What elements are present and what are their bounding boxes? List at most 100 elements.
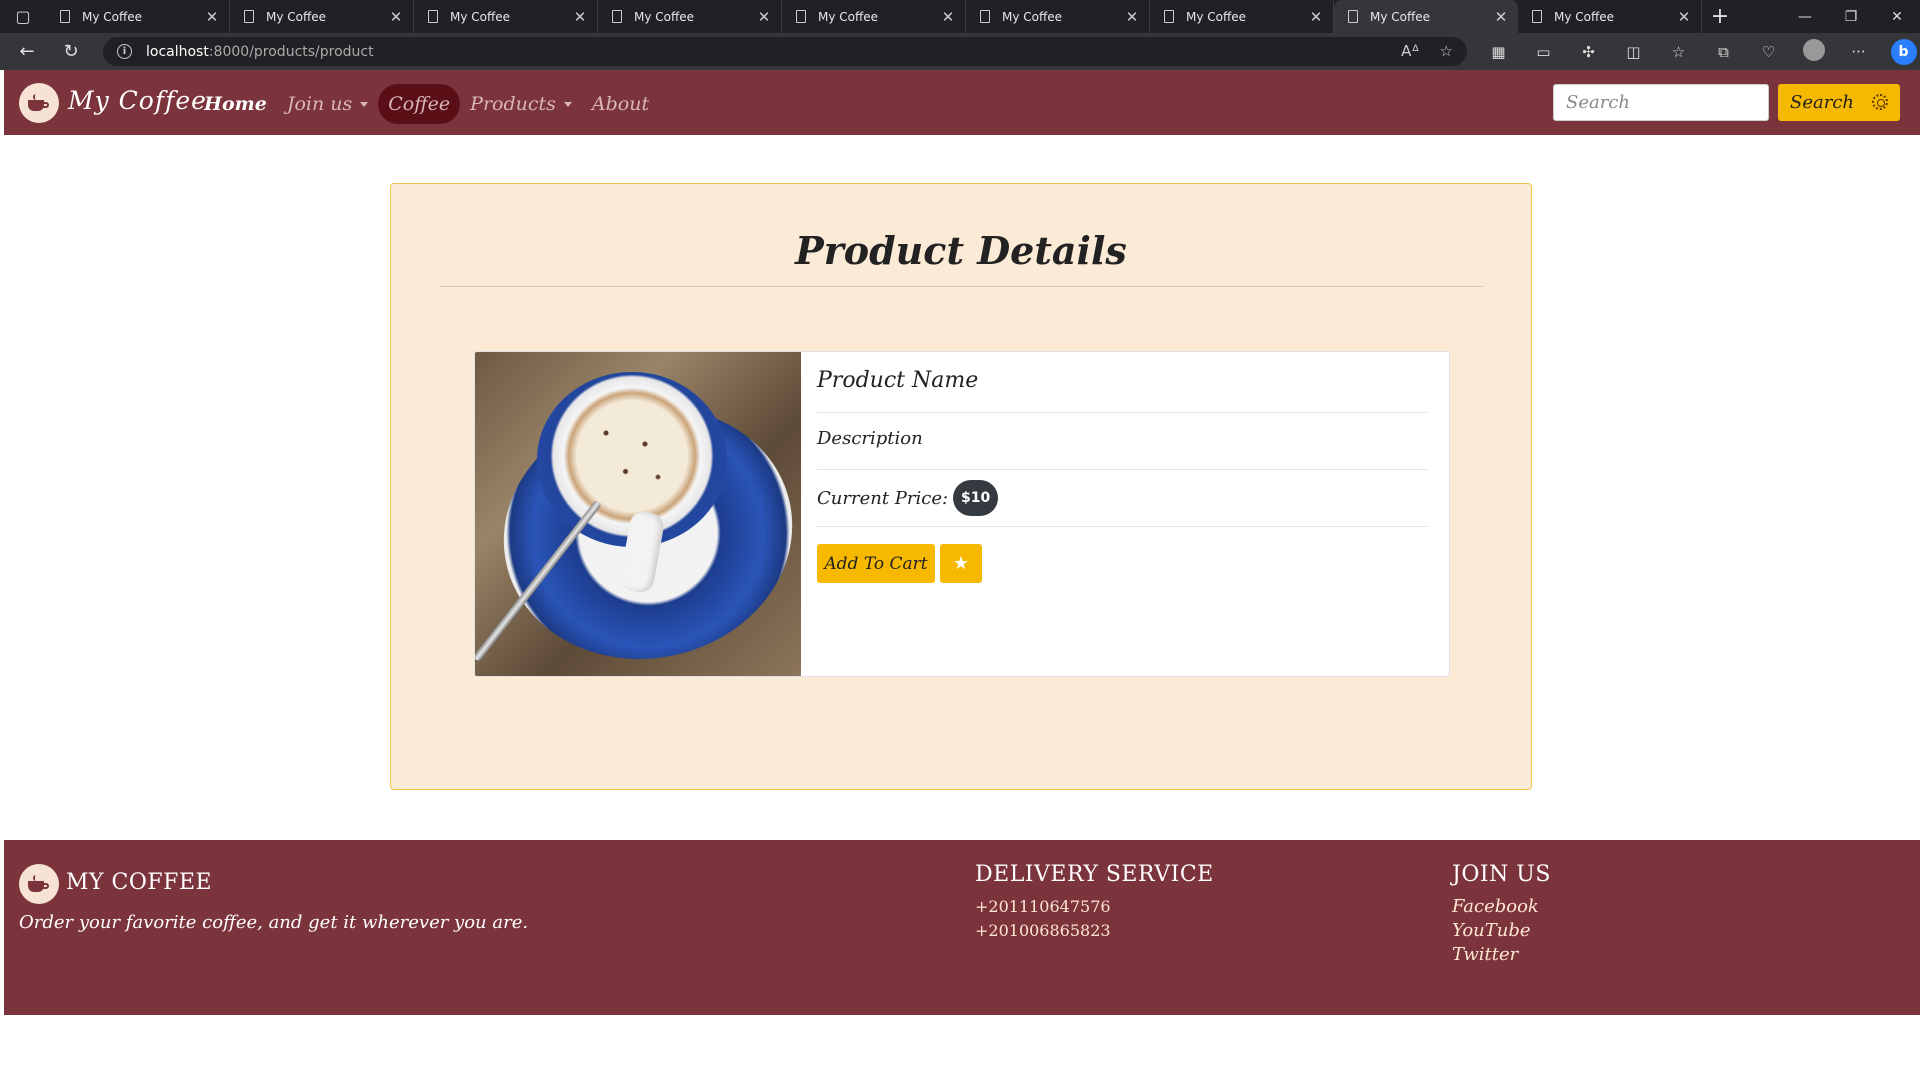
more-menu-icon[interactable]: ··· <box>1836 43 1881 61</box>
read-aloud-icon[interactable]: Aᐞ <box>1401 42 1419 60</box>
page-bottom <box>4 1015 1920 1080</box>
divider <box>817 412 1427 413</box>
restore-icon[interactable]: ❐ <box>1828 0 1874 33</box>
product-info: Product Name Description Current Price: … <box>817 352 1427 676</box>
window-controls: — ❐ ✕ <box>1782 0 1920 33</box>
product-description: Description <box>817 428 923 449</box>
close-tab-icon[interactable]: ✕ <box>389 8 403 26</box>
close-tab-icon[interactable]: ✕ <box>1677 8 1691 26</box>
price-label: Current Price: <box>817 487 949 509</box>
close-tab-icon[interactable]: ✕ <box>941 8 955 26</box>
browser-tab-bar: ▢ My Coffee ✕ My Coffee ✕ My Coffee ✕ My Co… <box>0 0 1920 33</box>
browser-tab[interactable]: My Coffee ✕ <box>782 0 966 33</box>
site-brand[interactable]: My Coffee <box>68 86 207 115</box>
reload-icon[interactable]: ↻ <box>54 37 88 67</box>
site-navbar: My Coffee Home Join us Coffee Products A… <box>4 70 1920 135</box>
nav-about[interactable]: About <box>582 84 659 124</box>
extension-icon[interactable]: ▦ <box>1476 43 1521 61</box>
back-icon[interactable]: ← <box>10 37 44 67</box>
phone-number: +201110647576 <box>975 897 1111 916</box>
nav-home[interactable]: Home <box>194 84 277 124</box>
close-tab-icon[interactable]: ✕ <box>1309 8 1323 26</box>
divider <box>817 469 1427 470</box>
page-icon <box>1164 10 1174 23</box>
page-icon <box>980 10 990 23</box>
footer-link-youtube[interactable]: YouTube <box>1452 919 1551 943</box>
product-name: Product Name <box>817 368 979 393</box>
footer-link-twitter[interactable]: Twitter <box>1452 943 1551 967</box>
page-title: Product Details <box>795 228 1127 273</box>
footer-link-facebook[interactable]: Facebook <box>1452 895 1551 919</box>
nav-join-us[interactable]: Join us <box>277 84 378 124</box>
coffee-cup-logo-icon[interactable] <box>19 83 59 123</box>
url-path: :8000/products/product <box>208 43 374 60</box>
browser-tab[interactable]: My Coffee ✕ <box>230 0 414 33</box>
collections-icon[interactable]: ⧉ <box>1701 43 1746 61</box>
search-input[interactable] <box>1553 84 1769 121</box>
product-card: Product Name Description Current Price: … <box>474 351 1450 677</box>
minimize-icon[interactable]: — <box>1782 0 1828 33</box>
search-button[interactable]: Search <box>1778 84 1900 121</box>
footer-join-heading: JOIN US <box>1452 862 1551 887</box>
phone-number: +201006865823 <box>975 921 1111 940</box>
add-to-cart-button[interactable]: Add To Cart <box>817 544 935 583</box>
gear-icon <box>1872 94 1888 110</box>
page-icon <box>796 10 806 23</box>
favorites-icon[interactable]: ☆ <box>1656 43 1701 61</box>
nav-products[interactable]: Products <box>460 84 582 124</box>
footer-brand: MY COFFEE <box>66 870 213 895</box>
url-host: localhost <box>146 43 209 60</box>
screencast-icon[interactable]: ▭ <box>1521 43 1566 61</box>
caret-down-icon <box>360 101 369 107</box>
web-page: My Coffee Home Join us Coffee Products A… <box>4 70 1920 1080</box>
caret-down-icon <box>563 101 572 107</box>
product-details-panel: Product Details Product Name Description… <box>390 183 1532 790</box>
site-footer: MY COFFEE Order your favorite coffee, an… <box>4 840 1920 1015</box>
page-icon <box>428 10 438 23</box>
close-tab-icon[interactable]: ✕ <box>1494 8 1508 26</box>
footer-tagline: Order your favorite coffee, and get it w… <box>19 912 529 933</box>
extensions-puzzle-icon[interactable]: ✣ <box>1566 43 1611 61</box>
browser-tab[interactable]: My Coffee ✕ <box>1150 0 1334 33</box>
product-image <box>475 352 801 676</box>
address-bar[interactable]: i localhost:8000/products/product Aᐞ ☆ <box>103 37 1467 66</box>
browser-tab[interactable]: My Coffee ✕ <box>1518 0 1702 33</box>
tab-actions-button[interactable]: ▢ <box>0 0 46 33</box>
site-info-icon[interactable]: i <box>117 44 132 59</box>
close-tab-icon[interactable]: ✕ <box>205 8 219 26</box>
footer-join-us: JOIN US Facebook YouTube Twitter <box>1452 862 1551 967</box>
page-icon <box>612 10 622 23</box>
divider <box>439 286 1483 287</box>
browser-tab[interactable]: My Coffee ✕ <box>46 0 230 33</box>
star-icon: ★ <box>952 553 970 573</box>
page-icon <box>60 10 70 23</box>
search-button-label: Search <box>1790 92 1854 113</box>
browser-tab[interactable]: My Coffee ✕ <box>414 0 598 33</box>
price-badge: $10 <box>953 480 999 516</box>
nav-coffee[interactable]: Coffee <box>378 84 461 124</box>
favorite-star-icon[interactable]: ☆ <box>1440 42 1453 60</box>
close-tab-icon[interactable]: ✕ <box>1125 8 1139 26</box>
browser-toolbar: ← ↻ i localhost:8000/products/product Aᐞ… <box>0 33 1920 70</box>
nav-join-us-label: Join us <box>286 93 353 115</box>
footer-delivery: DELIVERY SERVICE +201110647576 +20100686… <box>975 862 1214 943</box>
split-screen-icon[interactable]: ◫ <box>1611 43 1656 61</box>
page-icon <box>1348 10 1358 23</box>
browser-tab[interactable]: My Coffee ✕ <box>598 0 782 33</box>
divider <box>817 526 1427 527</box>
browser-tab[interactable]: My Coffee ✕ <box>966 0 1150 33</box>
nav-products-label: Products <box>470 93 556 115</box>
favorite-button[interactable]: ★ <box>940 544 982 583</box>
close-window-icon[interactable]: ✕ <box>1874 0 1920 33</box>
page-icon <box>1532 10 1542 23</box>
copilot-icon[interactable]: b <box>1881 38 1920 65</box>
browser-tab-active[interactable]: My Coffee ✕ <box>1334 0 1518 33</box>
close-tab-icon[interactable]: ✕ <box>757 8 771 26</box>
page-icon <box>244 10 254 23</box>
browser-essentials-icon[interactable]: ♡ <box>1746 43 1791 61</box>
new-tab-button[interactable]: + <box>1702 0 1738 33</box>
footer-delivery-heading: DELIVERY SERVICE <box>975 862 1214 887</box>
product-price-row: Current Price: $10 <box>817 480 999 516</box>
profile-avatar[interactable] <box>1791 38 1836 65</box>
close-tab-icon[interactable]: ✕ <box>573 8 587 26</box>
